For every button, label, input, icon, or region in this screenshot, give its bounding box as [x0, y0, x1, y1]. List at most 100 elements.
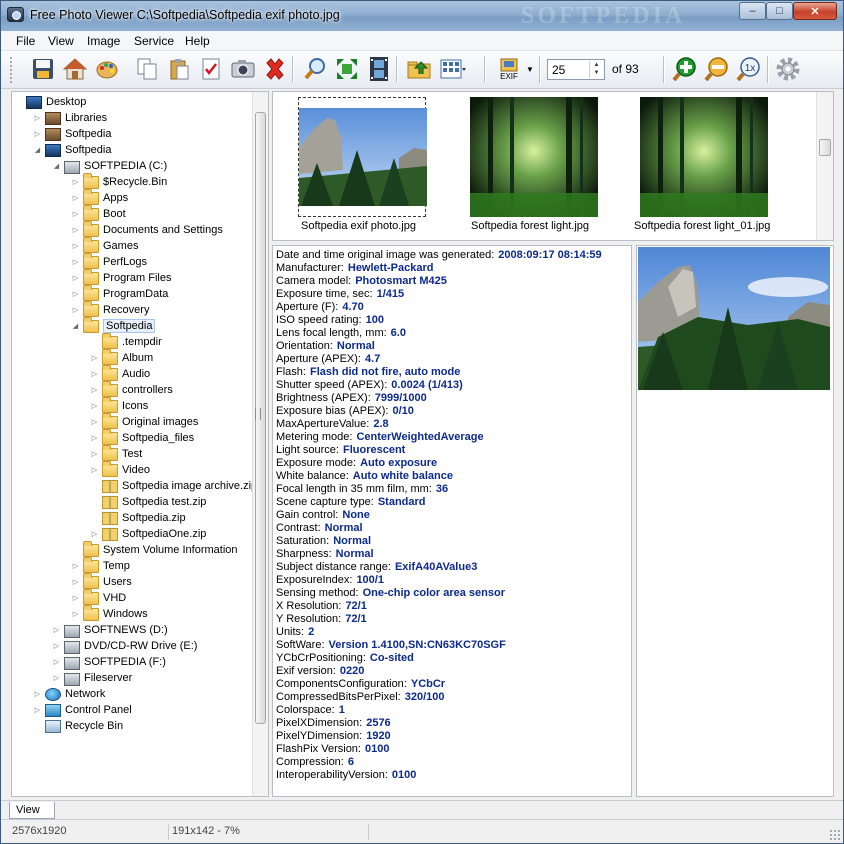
settings-icon[interactable]	[774, 54, 802, 84]
menu-file[interactable]: File	[14, 34, 37, 48]
tree-node[interactable]: ▷ DVD/CD-RW Drive (E:)	[52, 638, 197, 654]
home-icon[interactable]	[61, 54, 89, 84]
maximize-button[interactable]: □	[766, 2, 793, 20]
thumbnail-label[interactable]: Softpedia forest light.jpg	[471, 220, 589, 232]
expand-toggle-icon[interactable]: ▷	[90, 370, 99, 378]
expand-toggle-icon[interactable]: ▷	[52, 674, 61, 682]
expand-toggle-icon[interactable]: ▷	[90, 450, 99, 458]
tree-node[interactable]: System Volume Information	[71, 540, 238, 558]
expand-toggle-icon[interactable]: ▷	[90, 386, 99, 394]
expand-toggle-icon[interactable]: ▷	[33, 706, 42, 714]
tree-node[interactable]: ▷ Video	[90, 460, 150, 478]
thumbnail-panel[interactable]: Softpedia exif photo.jpg Softpedia forest…	[272, 91, 834, 241]
tree-node[interactable]: ▷ Users	[71, 572, 132, 590]
thumbnail-label[interactable]: Softpedia exif photo.jpg	[301, 220, 416, 232]
folder-up-icon[interactable]	[405, 54, 433, 84]
tree-node[interactable]: ◢ SOFTPEDIA (C:)	[52, 158, 167, 174]
tree-node[interactable]: ◢ Softpedia	[71, 316, 156, 334]
menu-service[interactable]: Service	[132, 34, 176, 48]
expand-toggle-icon[interactable]: ◢	[71, 322, 80, 330]
expand-toggle-icon[interactable]: ▷	[71, 562, 80, 570]
expand-toggle-icon[interactable]: ▷	[52, 626, 61, 634]
expand-toggle-icon[interactable]: ▷	[71, 594, 80, 602]
tree-node[interactable]: ▷ Boot	[71, 204, 126, 222]
tree-node[interactable]: ▷ SoftpediaOne.zip	[90, 526, 206, 542]
expand-toggle-icon[interactable]: ▷	[71, 610, 80, 618]
close-button[interactable]: ✕	[793, 2, 837, 20]
tree-node[interactable]: ◢ Softpedia	[33, 142, 111, 158]
paste-icon[interactable]	[165, 54, 193, 84]
expand-toggle-icon[interactable]: ▷	[71, 274, 80, 282]
tab-view[interactable]: View	[9, 802, 55, 819]
tree-node[interactable]: ▷ Games	[71, 236, 138, 254]
save-icon[interactable]	[29, 54, 57, 84]
exif-icon[interactable]: EXIF	[495, 54, 523, 84]
minimize-button[interactable]: –	[739, 2, 766, 20]
tree-node[interactable]: ▷ Audio	[90, 364, 150, 382]
expand-toggle-icon[interactable]: ▷	[52, 642, 61, 650]
exif-dropdown-icon[interactable]: ▼	[523, 54, 537, 84]
tree-node[interactable]: ▷ Windows	[71, 604, 148, 622]
menu-view[interactable]: View	[46, 34, 76, 48]
expand-toggle-icon[interactable]: ▷	[71, 178, 80, 186]
tree-node[interactable]: Recycle Bin	[33, 718, 123, 734]
tree-node[interactable]: ▷ Icons	[90, 396, 148, 414]
title-bar[interactable]: Free Photo Viewer C:\Softpedia\Softpedia…	[1, 1, 843, 31]
thumbnail[interactable]	[640, 97, 768, 217]
tree-node[interactable]: ▷ Recovery	[71, 300, 149, 318]
expand-toggle-icon[interactable]: ▷	[90, 354, 99, 362]
folder-tree-scrollbar[interactable]	[252, 92, 268, 796]
tree-node[interactable]: ▷ Apps	[71, 188, 128, 206]
folder-tree-panel[interactable]: Desktop ▷ Libraries ▷ Softpedia ◢ Softpedia ◢ SO…	[11, 91, 269, 797]
tree-node[interactable]: ▷ $Recycle.Bin	[71, 172, 167, 190]
expand-toggle-icon[interactable]: ▷	[71, 306, 80, 314]
tree-node[interactable]: ▷ Libraries	[33, 110, 107, 126]
thumbnail-view-icon[interactable]	[439, 54, 467, 84]
tree-node[interactable]: ▷ Network	[33, 686, 105, 702]
tree-node[interactable]: ▷ Program Files	[71, 268, 171, 286]
filmstrip-icon[interactable]	[365, 54, 393, 84]
expand-toggle-icon[interactable]: ▷	[90, 418, 99, 426]
tree-node[interactable]: ▷ Original images	[90, 412, 198, 430]
tree-node[interactable]: ▷ Softpedia_files	[90, 428, 194, 446]
toolbar-grip[interactable]	[9, 56, 13, 83]
search-icon[interactable]	[301, 54, 329, 84]
tree-node[interactable]: .tempdir	[90, 332, 162, 350]
thumbnail[interactable]	[298, 97, 427, 217]
expand-toggle-icon[interactable]: ▷	[71, 242, 80, 250]
expand-toggle-icon[interactable]: ▷	[33, 130, 42, 138]
tree-node[interactable]: Softpedia.zip	[90, 510, 186, 526]
expand-toggle-icon[interactable]: ◢	[33, 146, 42, 154]
menu-help[interactable]: Help	[183, 34, 212, 48]
expand-toggle-icon[interactable]: ▷	[71, 290, 80, 298]
tree-node[interactable]: Desktop	[14, 94, 86, 110]
scan-icon[interactable]	[229, 54, 257, 84]
page-spin-buttons[interactable]: ▲ ▼	[589, 61, 603, 78]
tree-node[interactable]: ▷ Fileserver	[52, 670, 132, 686]
tree-node[interactable]: ▷ controllers	[90, 380, 173, 398]
expand-toggle-icon[interactable]: ▷	[33, 690, 42, 698]
expand-toggle-icon[interactable]: ▷	[71, 194, 80, 202]
expand-toggle-icon[interactable]: ▷	[71, 578, 80, 586]
checklist-icon[interactable]	[197, 54, 225, 84]
tree-node[interactable]: ▷ SOFTPEDIA (F:)	[52, 654, 166, 670]
expand-toggle-icon[interactable]: ▷	[52, 658, 61, 666]
tree-node[interactable]: ▷ VHD	[71, 588, 126, 606]
tree-node[interactable]: Softpedia test.zip	[90, 494, 206, 510]
expand-toggle-icon[interactable]: ▷	[71, 258, 80, 266]
expand-toggle-icon[interactable]: ▷	[33, 114, 42, 122]
zoom-out-icon[interactable]	[703, 54, 731, 84]
palette-icon[interactable]	[93, 54, 121, 84]
copy-icon[interactable]	[133, 54, 161, 84]
expand-toggle-icon[interactable]: ▷	[71, 226, 80, 234]
thumbnail-label[interactable]: Softpedia forest light_01.jpg	[634, 220, 770, 232]
zoom-in-icon[interactable]	[671, 54, 699, 84]
tree-node[interactable]: ▷ PerfLogs	[71, 252, 147, 270]
expand-toggle-icon[interactable]: ▷	[90, 434, 99, 442]
tree-node[interactable]: ▷ SOFTNEWS (D:)	[52, 622, 168, 638]
tree-node[interactable]: ▷ Temp	[71, 556, 130, 574]
expand-toggle-icon[interactable]: ◢	[52, 162, 61, 170]
tree-node[interactable]: ▷ Album	[90, 348, 153, 366]
tree-node[interactable]: Softpedia image archive.zip	[90, 478, 257, 494]
tree-node[interactable]: ▷ Softpedia	[33, 126, 111, 142]
